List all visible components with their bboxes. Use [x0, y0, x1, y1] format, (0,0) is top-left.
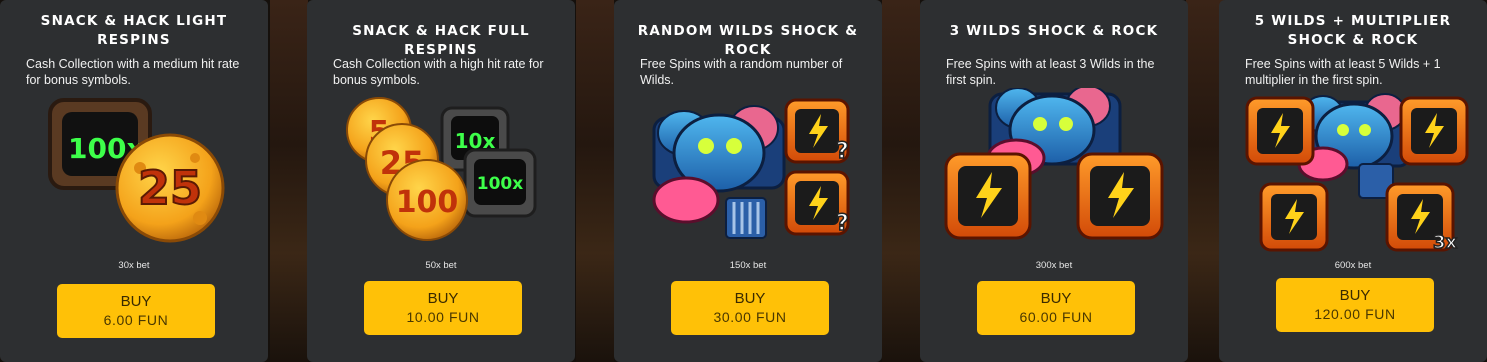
tv-screen-icon: 100x: [463, 148, 537, 218]
background-strip: [576, 0, 614, 362]
svg-text:100: 100: [396, 185, 459, 220]
bet-multiplier: 300x bet: [1035, 260, 1073, 271]
multiplier-value: 3x: [1433, 232, 1458, 253]
buy-label: BUY: [427, 290, 459, 307]
wilds-art: ? ?: [652, 98, 850, 239]
card-description: Cash Collection with a high hit rate for…: [333, 57, 544, 87]
buy-label: BUY: [734, 290, 766, 307]
bet-multiplier: 50x bet: [425, 260, 457, 271]
bonus-card-full-respins: Snack & Hack Full Respins Cash Collectio…: [307, 0, 575, 362]
buy-label: BUY: [120, 293, 152, 310]
card-title: 3 Wilds Shock & Rock: [949, 23, 1159, 39]
buy-button[interactable]: BUY 120.00 FUN: [1276, 278, 1434, 332]
wild-tile-icon: [1076, 152, 1164, 240]
wild-tile-icon: ?: [784, 170, 850, 237]
svg-text:100x: 100x: [477, 174, 523, 194]
wild-tile-icon: [1259, 182, 1329, 252]
bonus-card-random-wilds: Random Wilds Shock & Rock Free Spins wit…: [614, 0, 882, 362]
bet-multiplier: 600x bet: [1334, 260, 1372, 271]
cash-collection-art: 10x 100x 5 25 100: [346, 97, 537, 241]
buy-button[interactable]: BUY 30.00 FUN: [671, 281, 829, 335]
bet-multiplier: 150x bet: [729, 260, 767, 271]
buy-label: BUY: [1339, 287, 1371, 304]
bonus-card-3-wilds: 3 Wilds Shock & Rock Free Spins with at …: [920, 0, 1188, 362]
buy-button[interactable]: BUY 60.00 FUN: [977, 281, 1135, 335]
svg-text:?: ?: [836, 139, 849, 164]
cash-collection-art: 100x 25: [48, 98, 225, 243]
wild-tile-icon: ?: [784, 98, 850, 165]
card-description: Free Spins with at least 5 Wilds + 1 mul…: [1245, 57, 1441, 87]
bet-multiplier: 30x bet: [118, 260, 150, 271]
buy-price: 6.00 FUN: [103, 312, 169, 328]
bonus-card-5-wilds-multiplier: 5 Wilds + Multiplier Shock & Rock Free S…: [1219, 0, 1487, 362]
card-title: 5 Wilds + Multiplier Shock & Rock: [1254, 13, 1452, 48]
wilds-art: [944, 88, 1164, 240]
rat-character-icon: [1297, 93, 1411, 199]
card-description: Free Spins with at least 3 Wilds in the …: [946, 57, 1155, 87]
buy-price: 60.00 FUN: [1019, 309, 1093, 325]
wild-tile-icon: 3x: [1385, 182, 1458, 254]
card-title: Snack & Hack Light Respins: [40, 13, 228, 48]
wild-tile-icon: [1399, 96, 1469, 166]
card-title: Snack & Hack Full Respins: [352, 23, 530, 58]
buy-button[interactable]: BUY 10.00 FUN: [364, 281, 522, 335]
coin-value: 25: [138, 161, 202, 215]
buy-price: 120.00 FUN: [1314, 306, 1396, 322]
bonus-card-light-respins: Snack & Hack Light Respins Cash Collecti…: [0, 0, 268, 362]
card-title: Random Wilds Shock & Rock: [637, 23, 859, 58]
card-description: Cash Collection with a medium hit rate f…: [26, 57, 240, 87]
card-description: Free Spins with a random number of Wilds…: [640, 57, 843, 87]
buy-price: 10.00 FUN: [406, 309, 480, 325]
svg-text:?: ?: [836, 211, 849, 236]
rat-character-icon: [652, 105, 786, 239]
wild-tile-icon: [1245, 96, 1315, 166]
wild-tile-icon: [944, 152, 1032, 240]
buy-button[interactable]: BUY 6.00 FUN: [57, 284, 215, 338]
wilds-art: 3x: [1245, 93, 1469, 254]
buy-label: BUY: [1040, 290, 1072, 307]
cheese-coin-icon: 25: [115, 133, 225, 243]
background-strip: [882, 0, 920, 362]
buy-price: 30.00 FUN: [713, 309, 787, 325]
cheese-coin-icon: 100: [386, 159, 468, 241]
background-strip: [270, 0, 308, 362]
